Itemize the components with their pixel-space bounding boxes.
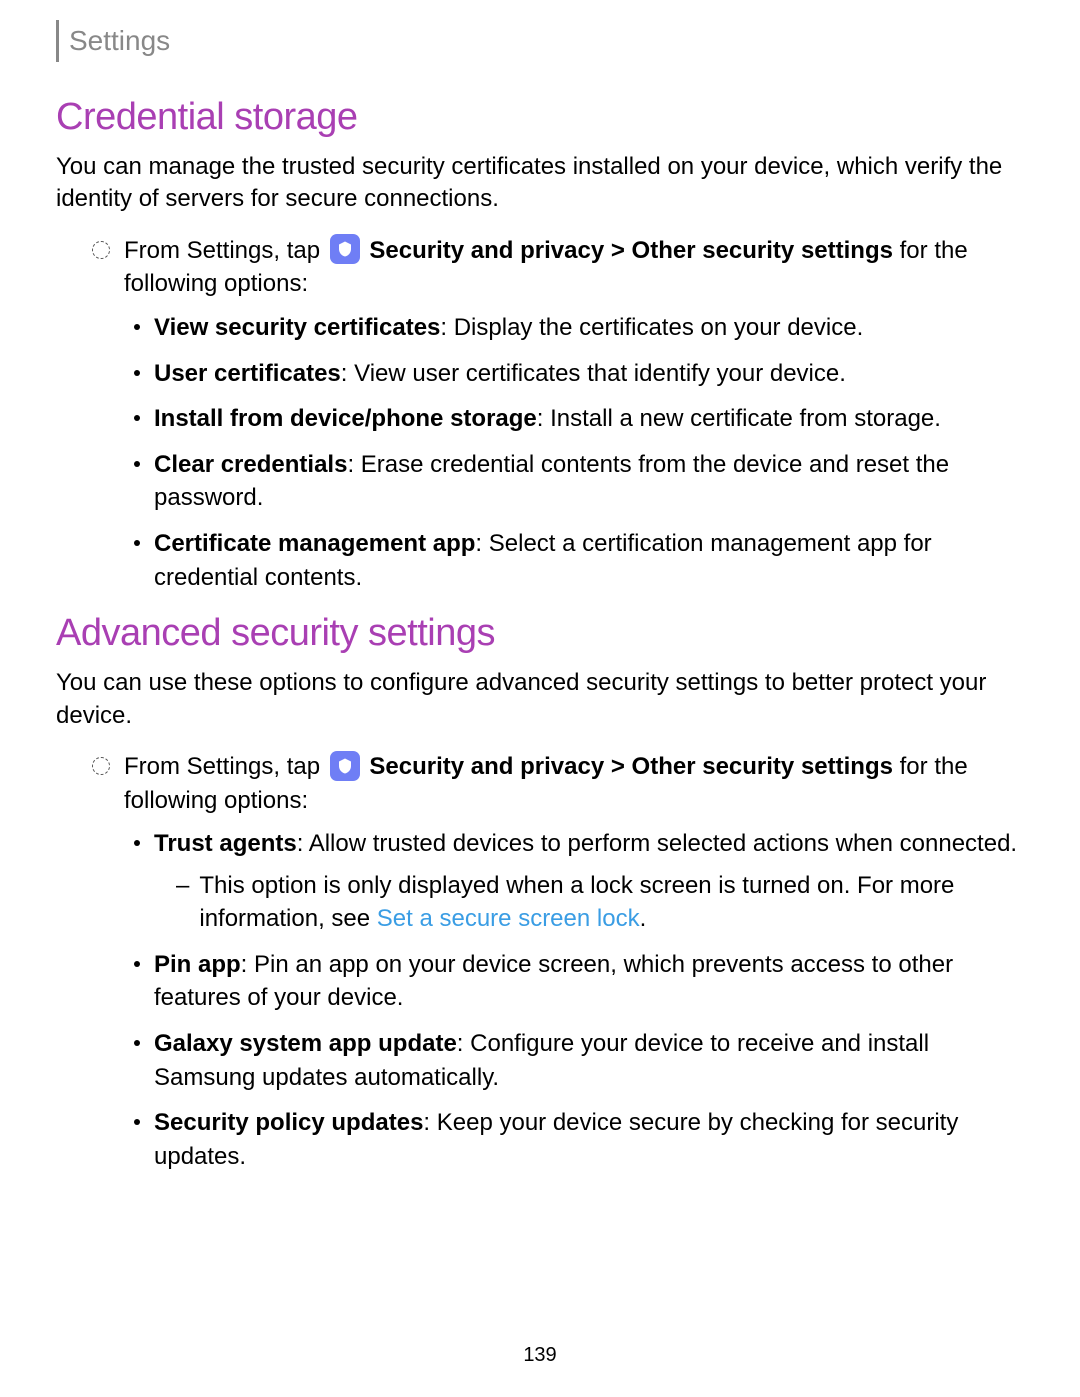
step-text-1: From Settings, tap Security and privacy …	[124, 234, 1024, 301]
bullet-list-2: Trust agents: Allow trusted devices to p…	[134, 827, 1024, 1173]
step-prefix: From Settings, tap	[124, 753, 320, 780]
step-bold: Security and privacy > Other security se…	[369, 753, 893, 780]
page-header: Settings	[56, 20, 170, 62]
bullet-text: Pin app: Pin an app on your device scree…	[154, 948, 1024, 1015]
header-bar	[56, 20, 59, 62]
sub-text: This option is only displayed when a loc…	[199, 869, 1024, 936]
step-line: From Settings, tap Security and privacy …	[92, 234, 1024, 301]
bullet-item: Pin app: Pin an app on your device scree…	[134, 948, 1024, 1015]
bullet-text: Security policy updates: Keep your devic…	[154, 1106, 1024, 1173]
bullet-text: Clear credentials: Erase credential cont…	[154, 448, 1024, 515]
bullet-text: Galaxy system app update: Configure your…	[154, 1027, 1024, 1094]
dot-bullet-icon	[134, 324, 140, 330]
bullet-text: User certificates: View user certificate…	[154, 357, 1024, 391]
dot-bullet-icon	[134, 415, 140, 421]
link-secure-lock[interactable]: Set a secure screen lock	[377, 905, 640, 932]
bullet-item: User certificates: View user certificate…	[134, 357, 1024, 391]
content: Credential storage You can manage the tr…	[56, 78, 1024, 1185]
heading-credential-storage: Credential storage	[56, 96, 1024, 139]
bullet-list-1: View security certificates: Display the …	[134, 311, 1024, 594]
circle-bullet-icon	[92, 757, 110, 775]
step-text-2: From Settings, tap Security and privacy …	[124, 750, 1024, 817]
dot-bullet-icon	[134, 540, 140, 546]
dot-bullet-icon	[134, 840, 140, 846]
sub-item: – This option is only displayed when a l…	[176, 869, 1024, 936]
intro-credential-storage: You can manage the trusted security cert…	[56, 151, 1024, 216]
header-title: Settings	[69, 25, 170, 57]
circle-bullet-icon	[92, 241, 110, 259]
bullet-text: Certificate management app: Select a cer…	[154, 527, 1024, 594]
bullet-text: View security certificates: Display the …	[154, 311, 1024, 345]
bullet-item: Galaxy system app update: Configure your…	[134, 1027, 1024, 1094]
shield-icon	[330, 234, 360, 264]
dash-bullet-icon: –	[176, 869, 189, 903]
page-number: 139	[0, 1344, 1080, 1367]
dot-bullet-icon	[134, 1040, 140, 1046]
bullet-item: Trust agents: Allow trusted devices to p…	[134, 827, 1024, 936]
heading-advanced-security: Advanced security settings	[56, 612, 1024, 655]
step-block-2: From Settings, tap Security and privacy …	[92, 750, 1024, 817]
bullet-item: Security policy updates: Keep your devic…	[134, 1106, 1024, 1173]
dot-bullet-icon	[134, 370, 140, 376]
dot-bullet-icon	[134, 461, 140, 467]
step-bold: Security and privacy > Other security se…	[369, 237, 893, 264]
bullet-item: View security certificates: Display the …	[134, 311, 1024, 345]
shield-icon	[330, 751, 360, 781]
bullet-item: Install from device/phone storage: Insta…	[134, 402, 1024, 436]
bullet-text: Trust agents: Allow trusted devices to p…	[154, 827, 1024, 936]
bullet-item: Clear credentials: Erase credential cont…	[134, 448, 1024, 515]
dot-bullet-icon	[134, 1119, 140, 1125]
intro-advanced-security: You can use these options to configure a…	[56, 667, 1024, 732]
step-line: From Settings, tap Security and privacy …	[92, 750, 1024, 817]
step-block-1: From Settings, tap Security and privacy …	[92, 234, 1024, 301]
bullet-item: Certificate management app: Select a cer…	[134, 527, 1024, 594]
bullet-text: Install from device/phone storage: Insta…	[154, 402, 1024, 436]
step-prefix: From Settings, tap	[124, 237, 320, 264]
dot-bullet-icon	[134, 961, 140, 967]
